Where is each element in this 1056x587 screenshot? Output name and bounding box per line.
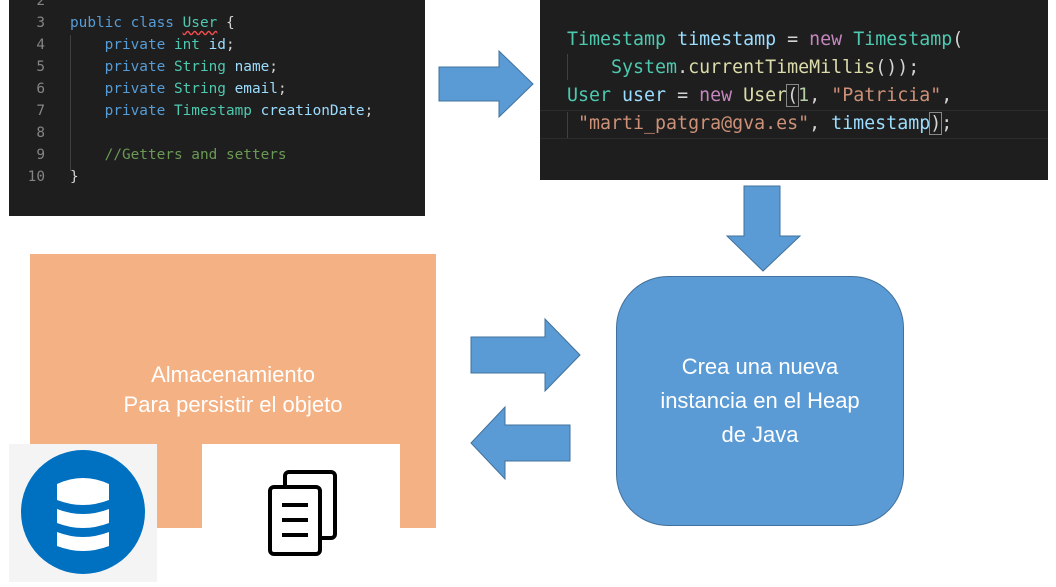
database-icon-tile <box>9 444 157 582</box>
database-icon <box>21 450 145 574</box>
arrow-right-middle <box>470 317 581 393</box>
heap-instance-box: Crea una nueva instancia en el Heap de J… <box>616 276 904 526</box>
heap-text-line-1: Crea una nueva <box>681 354 839 379</box>
heap-text-line-3: de Java <box>721 422 799 447</box>
storage-label: Almacenamiento Para persistir el objeto <box>30 360 436 420</box>
storage-subtitle: Para persistir el objeto <box>123 392 343 417</box>
documents-icon <box>268 470 337 556</box>
storage-title: Almacenamiento <box>151 362 315 387</box>
arrow-left-middle <box>470 405 571 481</box>
arrow-down <box>725 185 802 272</box>
heap-text-line-2: instancia en el Heap <box>660 388 860 413</box>
arrow-right-top <box>438 49 534 119</box>
documents-icon-tile <box>202 444 400 582</box>
